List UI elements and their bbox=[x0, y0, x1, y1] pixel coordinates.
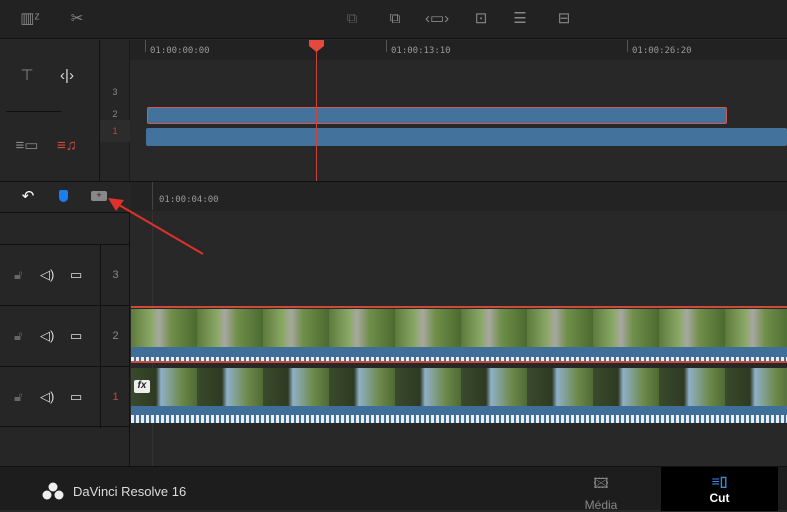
video-thumbnails bbox=[131, 309, 787, 347]
track-header-1: 🔓︎ ◁) ▭ 1 bbox=[0, 366, 130, 428]
source-overwrite-icon[interactable]: ⊟ bbox=[552, 8, 576, 30]
track-number: 1 bbox=[100, 367, 130, 428]
tab-label: Cut bbox=[709, 491, 730, 505]
timecode-label: 01:00:00:00 bbox=[150, 46, 210, 56]
lock-icon[interactable]: 🔓︎ bbox=[14, 389, 22, 405]
app-name: DaVinci Resolve 16 bbox=[73, 484, 187, 499]
lock-icon[interactable]: 🔓︎ bbox=[14, 267, 22, 283]
timecode-label: 01:00:13:10 bbox=[391, 46, 451, 56]
divider bbox=[6, 111, 61, 112]
ripple-overwrite-icon[interactable]: ‹▭› bbox=[425, 8, 449, 30]
video-thumbnails bbox=[131, 368, 787, 406]
clip-track-1[interactable]: fx bbox=[131, 367, 787, 424]
smart-insert-icon[interactable]: ⧉ bbox=[340, 8, 364, 30]
ruler-tick bbox=[627, 40, 628, 52]
tab-cut[interactable]: ≡▯ Cut bbox=[661, 467, 778, 511]
speaker-icon[interactable]: ◁) bbox=[40, 389, 54, 405]
upper-clip-track-2[interactable] bbox=[147, 107, 727, 124]
marker-icon[interactable] bbox=[59, 190, 68, 202]
upper-ruler[interactable]: 01:00:00:00 01:00:13:10 01:00:26:20 bbox=[130, 40, 787, 60]
track-number: 2 bbox=[112, 109, 118, 119]
lower-ruler[interactable]: 01:00:04:00 bbox=[130, 181, 787, 211]
video-only-icon[interactable]: ≡▭ bbox=[15, 135, 39, 157]
speaker-icon[interactable]: ◁) bbox=[40, 328, 54, 344]
track-number-active: 1 bbox=[100, 120, 130, 142]
lock-icon[interactable]: 🔓︎ bbox=[14, 328, 22, 344]
place-on-top-icon[interactable]: ☰ bbox=[508, 8, 532, 30]
track-header-3: 🔓︎ ◁) ▭ 3 bbox=[0, 244, 130, 306]
playhead[interactable] bbox=[316, 40, 317, 181]
film-icon[interactable]: ▭ bbox=[70, 389, 82, 405]
track-number: 2 bbox=[100, 306, 130, 367]
track-headers: 🔓︎ ◁) ▭ 3 🔓︎ ◁) ▭ 2 🔓︎ ◁) ▭ 1 bbox=[0, 213, 130, 466]
top-toolbar: ▥ᶻ ✂ ⧉ ⧉ ‹▭› ⊡ ☰ ⊟ bbox=[0, 0, 787, 39]
cut-icon: ≡▯ bbox=[711, 473, 728, 489]
upper-clip-track-1[interactable] bbox=[146, 128, 787, 146]
track-number: 3 bbox=[100, 245, 130, 306]
snooze-icon[interactable]: ▥ᶻ bbox=[18, 8, 42, 30]
film-icon[interactable]: ▭ bbox=[70, 267, 82, 283]
append-icon[interactable]: ⧉ bbox=[383, 8, 407, 30]
trim-icon[interactable]: ‹|› bbox=[55, 65, 79, 87]
audio-only-icon[interactable]: ≡♫ bbox=[55, 135, 79, 157]
scissors-icon[interactable]: ✂ bbox=[65, 8, 89, 30]
audio-waveform bbox=[131, 406, 787, 423]
ruler-tick bbox=[386, 40, 387, 52]
davinci-logo-icon bbox=[42, 482, 64, 500]
upper-track-numbers: 3 2 1 bbox=[100, 40, 130, 181]
clip-track-2[interactable] bbox=[131, 306, 787, 363]
page-navigation-bar: DaVinci Resolve 16 🖾︎ Média ≡▯ Cut bbox=[0, 466, 787, 512]
media-icon: 🖾︎ bbox=[593, 475, 609, 491]
audio-waveform bbox=[131, 347, 787, 361]
track-number: 3 bbox=[112, 87, 118, 97]
film-icon[interactable]: ▭ bbox=[70, 328, 82, 344]
ruler-tick bbox=[145, 40, 146, 52]
timeline-lock-icon[interactable]: ⊤ bbox=[15, 65, 39, 87]
close-up-icon[interactable]: ⊡ bbox=[469, 8, 493, 30]
timecode-label: 01:00:26:20 bbox=[632, 46, 692, 56]
tab-media[interactable]: 🖾︎ Média bbox=[541, 467, 661, 512]
upper-timeline-controls: ⊤ ‹|› ≡▭ ≡♫ bbox=[0, 40, 100, 181]
speaker-icon[interactable]: ◁) bbox=[40, 267, 54, 283]
track-header-2: 🔓︎ ◁) ▭ 2 bbox=[0, 305, 130, 367]
fx-badge[interactable]: fx bbox=[134, 380, 150, 393]
snap-magnet-icon[interactable]: ↶ bbox=[16, 186, 40, 208]
